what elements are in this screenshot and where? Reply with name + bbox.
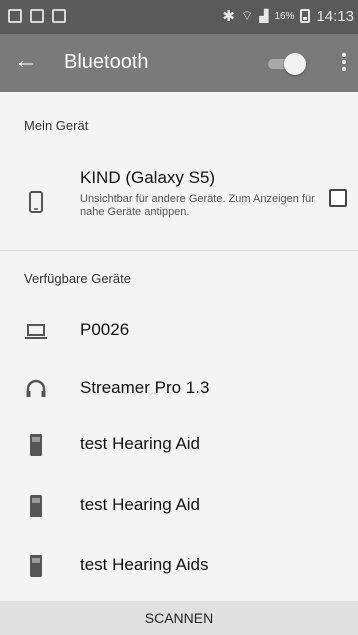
app-bar: ← Bluetooth [0, 34, 358, 92]
more-vert-icon[interactable] [337, 50, 351, 76]
device-name: Streamer Pro 1.3 [80, 378, 210, 397]
device-icon [30, 495, 42, 517]
divider [0, 250, 358, 251]
device-name: test Hearing Aid [80, 434, 201, 453]
bluetooth-settings-screen: ✱ ⌔ ▟ 16% 14:13 ← Bluetooth Mein Gerät K… [0, 0, 358, 635]
signal-icon: ▟ [259, 9, 269, 23]
section-available-devices: Verfügbare Geräte [24, 271, 131, 286]
device-row-test-hearing-aid[interactable]: test Hearing Aid [0, 416, 358, 474]
laptop-icon [25, 324, 47, 339]
arrow-left-icon[interactable]: ← [14, 46, 38, 76]
device-row-streamer-pro[interactable]: Streamer Pro 1.3 [0, 360, 358, 418]
phone-icon [29, 191, 43, 213]
device-name: P0026 [80, 320, 130, 339]
status-icons: ✱ ⌔ ▟ 16% 14:13 [222, 7, 354, 26]
visibility-checkbox[interactable] [329, 189, 347, 207]
battery-icon [300, 9, 311, 23]
message-icon [8, 9, 22, 23]
my-device-row[interactable]: KIND (Galaxy S5) Unsichtbar für andere G… [0, 156, 358, 248]
battery-percent: 16% [274, 10, 295, 22]
headset-icon [26, 379, 46, 397]
image-icon [30, 9, 44, 23]
status-bar: ✱ ⌔ ▟ 16% 14:13 [0, 0, 358, 34]
device-name: test Hearing Aid [80, 495, 201, 514]
wifi-icon: ⌔ [240, 8, 254, 23]
page-title: Bluetooth [64, 51, 149, 73]
toggle-knob [284, 53, 306, 75]
notification-icons [8, 9, 66, 23]
device-row-p0026[interactable]: P0026 [0, 302, 358, 360]
section-my-device: Mein Gerät [24, 118, 89, 133]
device-icon [30, 555, 42, 577]
bluetooth-toggle[interactable] [264, 53, 306, 75]
device-row-test-hearing-aids[interactable]: test Hearing Aids [0, 537, 358, 595]
bluetooth-icon: ✱ [222, 8, 235, 25]
scan-button[interactable]: SCANNEN [0, 601, 358, 635]
my-device-name: KIND (Galaxy S5) [80, 168, 216, 187]
device-icon [30, 434, 42, 456]
clock: 14:13 [316, 7, 354, 25]
device-name: test Hearing Aids [80, 555, 209, 574]
my-device-visibility-hint: Unsichtbar für andere Geräte. Zum Anzeig… [80, 193, 315, 218]
device-row-test-hearing-aid-2[interactable]: test Hearing Aid [0, 477, 358, 535]
notification-icon [52, 9, 66, 23]
